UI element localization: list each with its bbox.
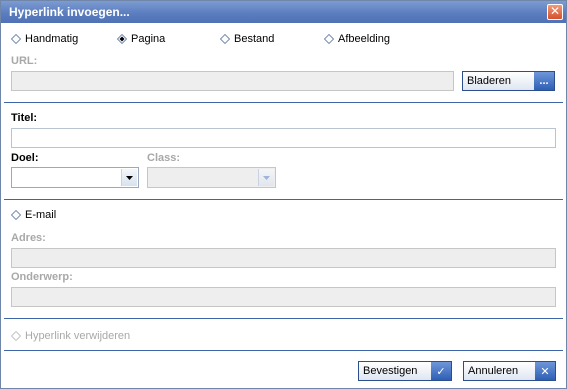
radio-label-email: E-mail [25,209,57,221]
radio-remove-hyperlink[interactable]: Hyperlink verwijderen [11,330,130,342]
radio-email[interactable]: E-mail [11,209,56,221]
radio-afbeelding[interactable]: Afbeelding [324,33,390,45]
url-label: URL: [11,55,38,67]
section-divider [4,350,563,351]
browse-button[interactable]: Bladeren ... [462,71,555,91]
ellipsis-icon: ... [534,72,554,90]
checkmark-icon: ✓ [431,362,451,380]
url-input[interactable] [11,71,454,91]
onderwerp-input[interactable] [11,287,556,307]
chevron-down-icon [121,169,137,186]
radio-pagina[interactable]: Pagina [117,33,165,45]
radio-handmatig[interactable]: Handmatig [11,33,78,45]
browse-label: Bladeren [467,75,512,87]
confirm-button[interactable]: Bevestigen ✓ [358,361,452,381]
onderwerp-label: Onderwerp: [11,271,73,283]
radio-diamond-icon [11,210,21,220]
radio-label-afbeelding: Afbeelding [338,33,390,45]
close-icon: ✕ [549,4,561,18]
radio-diamond-icon [11,34,21,44]
class-select[interactable] [147,167,276,188]
radio-diamond-icon [220,34,230,44]
dialog-titlebar[interactable]: Hyperlink invoegen... [1,1,566,23]
cancel-label: Annuleren [468,365,519,377]
chevron-down-icon [258,169,274,186]
cancel-button[interactable]: Annuleren ✕ [463,361,556,381]
radio-diamond-selected-icon [117,34,127,44]
adres-input[interactable] [11,248,556,268]
doel-label: Doel: [11,152,39,164]
radio-label-handmatig: Handmatig [25,33,79,45]
close-button[interactable]: ✕ [547,4,563,20]
radio-label-bestand: Bestand [234,33,275,45]
section-divider [4,199,563,200]
radio-label-remove: Hyperlink verwijderen [25,330,131,342]
dialog-title: Hyperlink invoegen... [9,5,130,19]
radio-label-pagina: Pagina [131,33,166,45]
radio-diamond-icon [11,331,21,341]
confirm-label: Bevestigen [363,365,418,377]
doel-select[interactable] [11,167,139,188]
radio-diamond-icon [324,34,334,44]
hyperlink-dialog: Hyperlink invoegen... ✕ Handmatig Pagina… [0,0,567,389]
section-divider [4,102,563,103]
titel-label: Titel: [11,112,38,124]
adres-label: Adres: [11,232,46,244]
radio-bestand[interactable]: Bestand [220,33,274,45]
titel-input[interactable] [11,128,556,148]
section-divider [4,318,563,319]
class-label: Class: [147,152,181,164]
close-icon: ✕ [535,362,555,380]
